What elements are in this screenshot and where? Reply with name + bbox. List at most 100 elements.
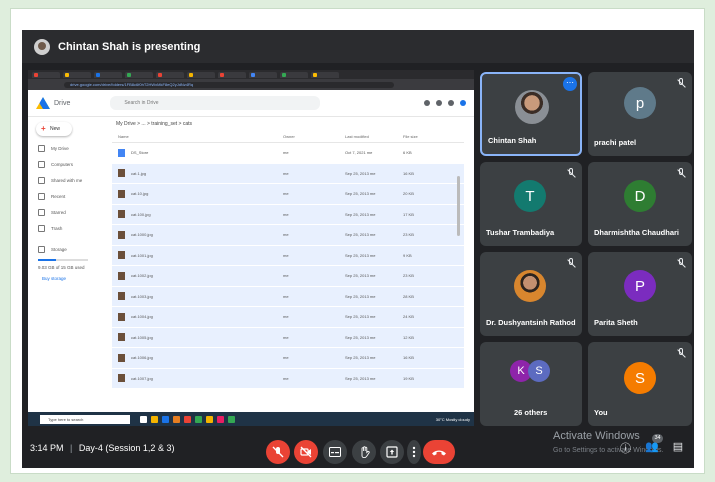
app-icon bbox=[228, 415, 235, 423]
drive-breadcrumb: My Drive > ... > training_set > cats bbox=[116, 121, 193, 127]
participant-photo bbox=[515, 90, 549, 124]
chrome-icon bbox=[184, 415, 191, 423]
end-call-icon bbox=[432, 450, 446, 456]
trash-icon bbox=[38, 225, 45, 232]
settings-icon bbox=[436, 100, 442, 106]
meeting-details: 3:14 PM | Day-4 (Session 1,2 & 3) bbox=[30, 443, 174, 453]
drive-nav-item: Trash bbox=[38, 225, 110, 232]
participant-tile[interactable]: P Parita Sheth bbox=[588, 252, 692, 336]
app-icon bbox=[206, 415, 213, 423]
participant-photo bbox=[514, 270, 546, 302]
meeting-title: Day-4 (Session 1,2 & 3) bbox=[78, 443, 175, 453]
drive-name: Drive bbox=[54, 99, 71, 107]
camera-toggle-button[interactable] bbox=[294, 440, 318, 464]
file-row: cat.1001.jpg me Sep 25, 2013 me 9 KB bbox=[112, 245, 464, 266]
drive-logo-icon bbox=[36, 97, 50, 109]
chat-icon[interactable]: ▤ bbox=[673, 440, 683, 456]
account-avatar bbox=[460, 100, 466, 106]
file-icon bbox=[118, 148, 125, 157]
cloud-icon bbox=[38, 246, 45, 253]
drive-nav-item: Computers bbox=[38, 161, 110, 168]
url-field: drive.google.com/drive/folders/1FB8c6f0h… bbox=[64, 81, 394, 88]
file-row: cat.100.jpg me Sep 25, 2013 me 17 KB bbox=[112, 204, 464, 225]
app-icon bbox=[173, 415, 180, 423]
windows-taskbar: Type here to search 30°C Mostly cloudy bbox=[28, 412, 474, 426]
presenter-avatar bbox=[34, 38, 50, 55]
column-modified: Last modified bbox=[345, 134, 369, 139]
app-icon bbox=[217, 415, 224, 423]
edge-icon bbox=[162, 415, 169, 423]
participant-name: Chintan Shah bbox=[488, 136, 537, 145]
browser-tab bbox=[156, 71, 184, 78]
others-count: 26 others bbox=[514, 408, 548, 417]
participant-avatar: S bbox=[624, 362, 656, 394]
drive-nav-item: Shared with me bbox=[38, 177, 110, 184]
participant-tile[interactable]: D Dharmishtha Chaudhari bbox=[588, 162, 692, 246]
meeting-separator: | bbox=[70, 443, 73, 453]
participant-avatar: D bbox=[624, 180, 656, 212]
apps-icon bbox=[448, 100, 454, 106]
file-row: cat.1002.jpg me Sep 25, 2013 me 23 KB bbox=[112, 266, 464, 287]
info-icon[interactable]: ⓘ bbox=[620, 440, 631, 456]
buy-storage-link: Buy storage bbox=[42, 276, 67, 281]
mic-off-icon bbox=[566, 258, 576, 268]
shared-screen: drive.google.com/drive/folders/1FB8c6f0h… bbox=[28, 70, 474, 426]
side-panel-controls: ⓘ 👥 ▤ △ bbox=[620, 440, 694, 456]
raise-hand-button[interactable] bbox=[352, 440, 376, 464]
mic-off-icon bbox=[272, 446, 284, 458]
image-thumbnail-icon bbox=[118, 312, 125, 321]
captions-button[interactable] bbox=[323, 440, 347, 464]
image-thumbnail-icon bbox=[118, 251, 125, 260]
browser-tab bbox=[125, 71, 153, 78]
drive-search: Search in Drive bbox=[110, 96, 321, 110]
mic-off-icon bbox=[676, 258, 686, 268]
browser-tab bbox=[218, 71, 246, 78]
participant-name: prachi patel bbox=[594, 138, 637, 147]
participant-avatar: P bbox=[624, 270, 656, 302]
drive-nav-item: My Drive bbox=[38, 145, 110, 152]
participant-avatar: T bbox=[514, 180, 546, 212]
participant-name: Parita Sheth bbox=[594, 318, 638, 327]
participant-tile[interactable]: Dr. Dushyantsinh Rathod bbox=[480, 252, 582, 336]
self-tile[interactable]: S You bbox=[588, 342, 692, 426]
participant-tile[interactable]: T Tushar Trambadiya bbox=[480, 162, 582, 246]
participant-tile[interactable]: p prachi patel bbox=[588, 72, 692, 156]
participant-tile[interactable]: ⋯ Chintan Shah bbox=[480, 72, 582, 156]
file-table-header: Name Owner Last modified File size bbox=[112, 132, 464, 143]
mic-off-icon bbox=[566, 168, 576, 178]
file-row: DS_Store me Oct 7, 2021 me 6 KB bbox=[112, 143, 464, 164]
others-tile[interactable]: K S 26 others bbox=[480, 342, 582, 426]
more-options-button[interactable] bbox=[407, 440, 421, 464]
presenting-bar: Chintan Shah is presenting bbox=[22, 30, 694, 63]
image-thumbnail-icon bbox=[118, 230, 125, 239]
browser-tab bbox=[63, 71, 91, 78]
column-size: File size bbox=[403, 134, 418, 139]
image-thumbnail-icon bbox=[118, 210, 125, 219]
drive-sidebar: New My Drive Computers Shared with me Re… bbox=[28, 116, 110, 426]
file-row: cat.1004.jpg me Sep 25, 2013 me 24 KB bbox=[112, 307, 464, 328]
browser-tab bbox=[249, 71, 277, 78]
taskbar-icons bbox=[140, 415, 235, 423]
system-tray: 30°C Mostly cloudy bbox=[435, 416, 470, 422]
folder-icon bbox=[38, 145, 45, 152]
mic-toggle-button[interactable] bbox=[266, 440, 290, 464]
leave-call-button[interactable] bbox=[423, 440, 455, 464]
more-options-icon[interactable]: ⋯ bbox=[563, 77, 577, 91]
present-button[interactable] bbox=[380, 440, 404, 464]
participant-name: Dr. Dushyantsinh Rathod bbox=[486, 318, 576, 327]
drive-file-list: My Drive > ... > training_set > cats Nam… bbox=[112, 116, 464, 426]
people-icon[interactable]: 👥 bbox=[645, 440, 659, 456]
taskbar-search: Type here to search bbox=[40, 414, 130, 424]
mic-off-icon bbox=[676, 78, 686, 88]
browser-tab bbox=[32, 71, 60, 78]
hand-icon bbox=[361, 446, 370, 458]
image-thumbnail-icon bbox=[118, 169, 125, 178]
file-row: cat.1007.jpg me Sep 25, 2013 me 19 KB bbox=[112, 368, 464, 389]
storage-text: 9.03 GB of 15 GB used bbox=[38, 265, 85, 270]
help-icon bbox=[424, 100, 430, 106]
meeting-time: 3:14 PM bbox=[30, 443, 64, 453]
column-name: Name bbox=[118, 134, 129, 139]
file-row: cat.1003.jpg me Sep 25, 2013 me 28 KB bbox=[112, 286, 464, 307]
image-thumbnail-icon bbox=[118, 271, 125, 280]
image-thumbnail-icon bbox=[118, 189, 125, 198]
